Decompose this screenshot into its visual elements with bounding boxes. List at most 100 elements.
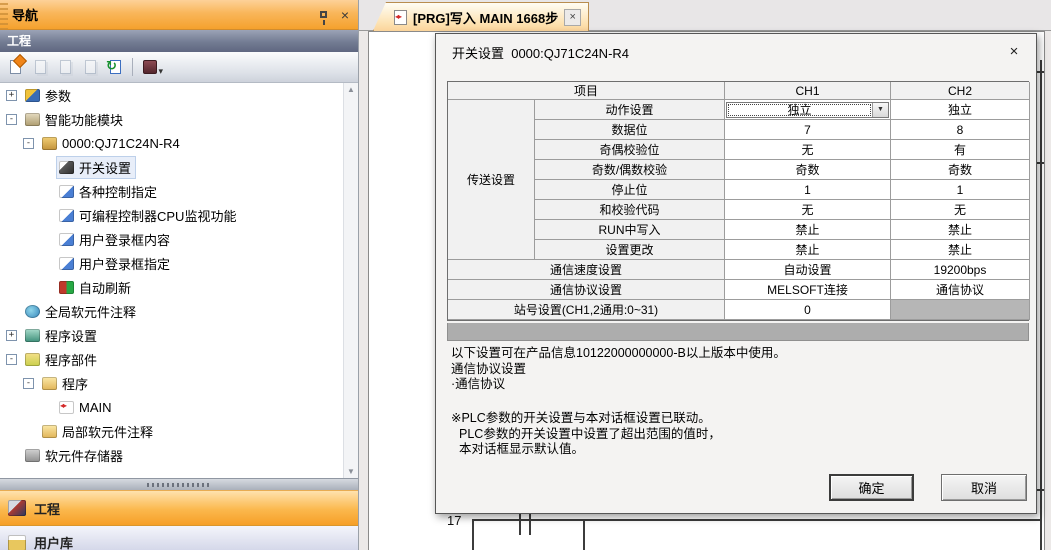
chevron-down-icon[interactable]: ▼	[872, 103, 888, 117]
expander-icon[interactable]: -	[23, 378, 34, 389]
value-cell[interactable]: 奇数	[725, 160, 891, 180]
tree-item-intelligent-module[interactable]: - 智能功能模块	[0, 107, 358, 131]
value-cell[interactable]: 无	[725, 200, 891, 220]
row-label: 停止位	[535, 180, 725, 200]
panel-splitter[interactable]	[0, 478, 358, 490]
table-gray-filler	[447, 323, 1029, 341]
row-label: 奇数/偶数校验	[535, 160, 725, 180]
value-cell[interactable]: 1	[725, 180, 891, 200]
tree-item-global-comment[interactable]: 全局软元件注释	[0, 299, 358, 323]
value-cell[interactable]: 奇数	[891, 160, 1030, 180]
tree-item-device-memory[interactable]: 软元件存储器	[0, 443, 358, 467]
tree-item-label: 局部软元件注释	[62, 422, 153, 441]
tree-item-label: 程序部件	[45, 350, 97, 369]
navigation-panel: 导航 × 工程 + 参数 - 智能功能模块 - 0000:Q	[0, 0, 359, 550]
value-cell[interactable]: 独立	[891, 100, 1030, 120]
expander-icon[interactable]: +	[6, 90, 17, 101]
tree-item-program-setting[interactable]: + 程序设置	[0, 323, 358, 347]
tab-close-icon[interactable]: ×	[564, 9, 581, 26]
tree-item-label: 软元件存储器	[45, 446, 123, 465]
paste-icon[interactable]	[55, 57, 76, 78]
tree-item-cpu-monitor[interactable]: 可编程控制器CPU监视功能	[0, 203, 358, 227]
value-cell[interactable]: 禁止	[725, 240, 891, 260]
expander-icon[interactable]: -	[23, 138, 34, 149]
ladder-file-icon	[59, 401, 74, 414]
navigation-title: 导航	[8, 5, 314, 24]
copy-icon[interactable]	[30, 57, 51, 78]
column-header-ch2: CH2	[891, 82, 1030, 100]
value-cell[interactable]: 0	[725, 300, 891, 320]
tree-item-pou[interactable]: - 程序部件	[0, 347, 358, 371]
column-header-ch1: CH1	[725, 82, 891, 100]
project-category-icon	[8, 500, 26, 516]
note-line: 本对话框显示默认值。	[451, 442, 721, 458]
navigation-titlebar[interactable]: 导航 ×	[0, 0, 358, 30]
tree-item-label: 智能功能模块	[45, 110, 123, 129]
row-label: 动作设置	[535, 100, 725, 120]
ladder-right-rail	[1040, 60, 1042, 550]
value-cell[interactable]: 无	[891, 200, 1030, 220]
tree-item-label: 程序设置	[45, 326, 97, 345]
ladder-rung-line	[472, 519, 1040, 521]
ladder-left-rail	[472, 519, 474, 550]
tree-item-label: 参数	[45, 86, 71, 105]
expander-icon[interactable]: -	[6, 354, 17, 365]
group-label-transmission: 传送设置	[448, 100, 535, 260]
cancel-button[interactable]: 取消	[941, 474, 1027, 501]
category-tab-user-library[interactable]: 用户库	[0, 526, 358, 550]
value-cell[interactable]: 无	[725, 140, 891, 160]
tree-item-label: 用户登录框内容	[79, 230, 170, 249]
value-cell[interactable]: 自动设置	[725, 260, 891, 280]
value-cell[interactable]: 8	[891, 120, 1030, 140]
value-cell[interactable]: 19200bps	[891, 260, 1030, 280]
value-cell[interactable]: 禁止	[725, 220, 891, 240]
tree-item-label: 全局软元件注释	[45, 302, 136, 321]
row-label: 奇偶校验位	[535, 140, 725, 160]
value-cell[interactable]: MELSOFT连接	[725, 280, 891, 300]
scroll-up-icon[interactable]: ▲	[347, 85, 355, 94]
close-icon[interactable]: ×	[336, 6, 354, 24]
disabled-value-cell	[891, 300, 1030, 320]
refresh-icon[interactable]	[105, 57, 126, 78]
tree-item-local-comment[interactable]: 局部软元件注释	[0, 419, 358, 443]
tree-item-program[interactable]: - 程序	[0, 371, 358, 395]
value-cell[interactable]: 禁止	[891, 240, 1030, 260]
new-project-icon[interactable]	[5, 57, 26, 78]
tree-item-user-frame-content[interactable]: 用户登录框内容	[0, 227, 358, 251]
note-line: ※PLC参数的开关设置与本对话框设置已联动。	[451, 411, 721, 427]
auto-refresh-icon	[59, 281, 74, 294]
tree-scrollbar[interactable]: ▲ ▼	[343, 83, 358, 478]
pin-icon[interactable]	[314, 6, 332, 24]
value-cell[interactable]: 有	[891, 140, 1030, 160]
dialog-close-icon[interactable]: ×	[1004, 41, 1024, 61]
tree-item-auto-refresh[interactable]: 自动刷新	[0, 275, 358, 299]
tree-item-user-frame-specification[interactable]: 用户登录框指定	[0, 251, 358, 275]
tree-item-switch-setting[interactable]: 开关设置	[0, 155, 358, 179]
column-header-item: 项目	[448, 82, 725, 100]
scroll-down-icon[interactable]: ▼	[347, 467, 355, 476]
value-cell[interactable]: 通信协议	[891, 280, 1030, 300]
global-comment-icon	[25, 305, 40, 318]
ok-button[interactable]: 确定	[829, 474, 914, 501]
sort-display-icon[interactable]	[139, 57, 160, 78]
user-library-icon	[8, 535, 26, 550]
tree-item-main[interactable]: MAIN	[0, 395, 358, 419]
drag-grip[interactable]	[0, 0, 8, 29]
intelligent-module-icon	[25, 113, 40, 126]
tree-item-parameter[interactable]: + 参数	[0, 83, 358, 107]
operation-setting-combobox[interactable]: 独立 ▼	[726, 102, 889, 118]
value-cell[interactable]: 7	[725, 120, 891, 140]
copy-with-info-icon[interactable]	[80, 57, 101, 78]
value-cell[interactable]: 禁止	[891, 220, 1030, 240]
category-tab-project[interactable]: 工程	[0, 490, 358, 526]
program-setting-icon	[25, 329, 40, 342]
setting-doc-icon	[59, 257, 74, 270]
tree-item-control-specification[interactable]: 各种控制指定	[0, 179, 358, 203]
expander-icon[interactable]: -	[6, 114, 17, 125]
tree-item-module-0000[interactable]: - 0000:QJ71C24N-R4	[0, 131, 358, 155]
tree-item-label: 自动刷新	[79, 278, 131, 297]
expander-icon[interactable]: +	[6, 330, 17, 341]
product-info-note: 以下设置可在产品信息10122000000000-B以上版本中使用。 通信协议设…	[451, 346, 786, 393]
tab-prg-main[interactable]: [PRG]写入 MAIN 1668步 ×	[373, 2, 589, 31]
value-cell[interactable]: 1	[891, 180, 1030, 200]
